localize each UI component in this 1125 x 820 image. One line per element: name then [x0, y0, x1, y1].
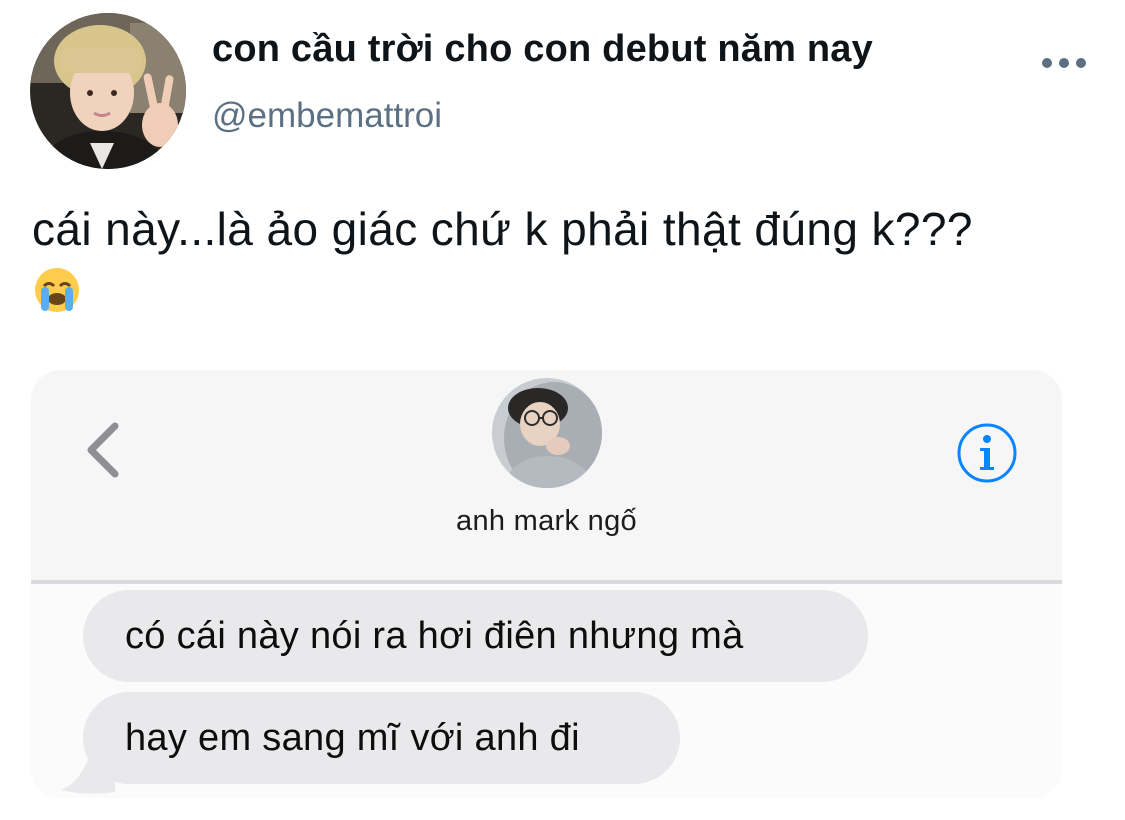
message-thread: có cái này nói ra hơi điên nhưng mà hay …: [31, 584, 1062, 798]
profile-photo-icon: [30, 13, 186, 169]
contact-photo-icon: [492, 378, 602, 488]
author-avatar[interactable]: [30, 13, 186, 169]
attached-image[interactable]: anh mark ngố có cái này nói ra hơi điên …: [31, 370, 1062, 798]
author-handle[interactable]: @embemattroi: [212, 96, 442, 136]
messages-header: anh mark ngố: [31, 370, 1062, 580]
author-display-name[interactable]: con cầu trời cho con debut năm nay: [212, 28, 873, 71]
tweet-text: cái này...là ảo giác chứ k phải thật đún…: [32, 196, 1112, 332]
contact-avatar[interactable]: [492, 378, 602, 488]
tweet-text-content: cái này...là ảo giác chứ k phải thật đún…: [32, 203, 973, 255]
more-dots-icon[interactable]: [1040, 52, 1088, 74]
message-bubble[interactable]: có cái này nói ra hơi điên nhưng mà: [83, 590, 868, 682]
contact-name[interactable]: anh mark ngố: [31, 505, 1062, 538]
info-icon[interactable]: [956, 422, 1018, 484]
message-bubble[interactable]: hay em sang mĩ với anh đi: [83, 692, 680, 784]
chevron-left-icon[interactable]: [83, 420, 123, 480]
loudly-crying-face-icon: [32, 265, 82, 332]
